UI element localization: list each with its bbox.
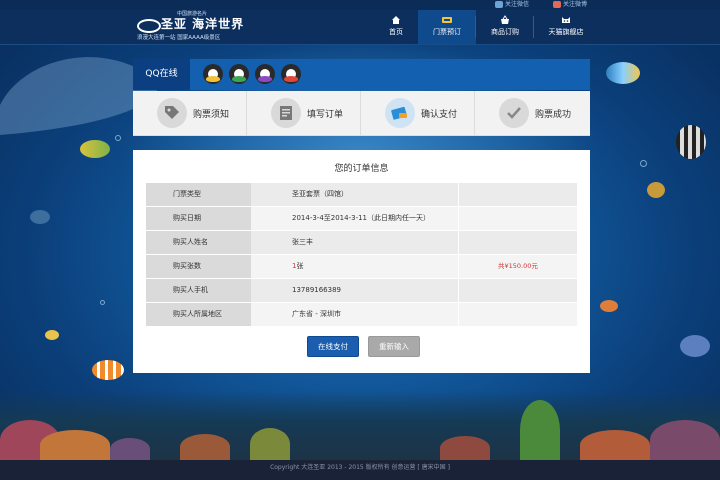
table-row: 购买人姓名 张三丰 [146,231,577,255]
coral-decoration [520,400,560,460]
bubble-decoration [640,160,647,167]
follow-weibo-link[interactable]: 关注微博 [553,1,587,9]
row-key: 门票类型 [146,183,251,206]
nav-product-label: 商品订购 [491,28,519,36]
row-key: 购买人手机 [146,279,251,302]
pay-online-button[interactable]: 在线支付 [307,336,359,357]
order-info-panel: 您的订单信息 门票类型 圣亚套票（四馆） 购买日期 2014-3-4至2014-… [133,150,590,373]
fish-decoration [676,125,706,159]
step-fill-order: 填写订单 [247,91,361,135]
order-title: 您的订单信息 [334,164,389,174]
qq-online-bar: QQ在线 [133,59,590,90]
basket-icon [501,15,509,24]
step-purchase-success: 购票成功 [475,91,589,135]
step-confirm-payment: 确认支付 [361,91,475,135]
table-row: 购买人所属地区 广东省 - 深圳市 [146,303,577,327]
fish-decoration [600,300,618,312]
coral-decoration [440,436,490,460]
order-total: 共¥150.00元 [498,262,538,270]
reenter-button[interactable]: 重新输入 [368,336,420,357]
step-label: 确认支付 [421,110,458,120]
home-icon [392,16,400,24]
nav-home[interactable]: 首页 [367,10,425,44]
fish-decoration [92,360,124,380]
wechat-icon [495,1,503,8]
table-row: 购买张数 1张 共¥150.00元 [146,255,577,279]
qq-contact-button[interactable] [229,64,249,84]
step-label: 购票须知 [193,110,230,120]
coral-decoration [580,430,650,460]
row-value: 圣亚套票（四馆） [292,190,348,198]
form-icon [280,106,292,120]
nav-ticket-label: 门票预订 [433,28,461,36]
qq-contact-button[interactable] [281,64,301,84]
ticket-unit: 张 [296,262,304,270]
logo-tagline: 浪漫大连第一站 国家AAAA级景区 [137,35,221,41]
fish-decoration [30,210,50,224]
follow-wechat-link[interactable]: 关注微信 [495,1,529,9]
nav-product-order[interactable]: 商品订购 [476,10,534,44]
nav-ticket-booking[interactable]: 门票预订 [418,10,476,44]
follow-weibo-label: 关注微博 [563,1,588,8]
row-value: 13789166389 [292,286,341,294]
order-table: 门票类型 圣亚套票（四馆） 购买日期 2014-3-4至2014-3-11（此日… [146,183,577,327]
row-value: 2014-3-4至2014-3-11（此日期内任一天） [292,214,431,222]
booking-steps: 购票须知 填写订单 确认支付 购票成功 [133,91,590,136]
fish-decoration [680,335,710,357]
fish-decoration [80,140,110,158]
step-label: 填写订单 [307,110,344,120]
weibo-icon [553,1,561,8]
site-footer: Copyright 大连圣亚 2013 - 2015 版权所有 创意运营 [ 唐… [0,460,720,480]
bubble-decoration [100,300,105,305]
coral-decoration [650,420,720,460]
coral-decoration [40,430,110,460]
nav-tmall-store[interactable]: 天猫旗舰店 [536,10,596,44]
table-row: 购买人手机 13789166389 [146,279,577,303]
step-ticket-notice: 购票须知 [133,91,247,135]
coral-decoration [250,428,290,460]
table-row: 门票类型 圣亚套票（四馆） [146,183,577,207]
row-key: 购买日期 [146,207,251,230]
ticket-icon [442,17,452,23]
bubble-decoration [115,135,121,141]
qq-contact-button[interactable] [203,64,223,84]
top-utility-bar: 关注微信 关注微博 [0,0,720,10]
site-header: 中国旅游名片 圣亚 海洋世界 浪漫大连第一站 国家AAAA级景区 首页 门票预订… [0,10,720,45]
fish-decoration [606,62,640,84]
tmall-cat-icon [562,17,570,23]
coral-decoration [180,434,230,460]
copyright-text: Copyright 大连圣亚 2013 - 2015 版权所有 创意运营 [ 唐… [270,464,450,471]
tag-icon [165,106,179,119]
follow-wechat-label: 关注微信 [505,1,530,8]
nav-home-label: 首页 [389,28,403,36]
qq-contact-button[interactable] [255,64,275,84]
step-label: 购票成功 [535,110,572,120]
nav-tmall-label: 天猫旗舰店 [548,28,584,36]
fish-decoration [647,182,665,198]
coral-decoration [110,438,150,460]
card-icon [391,106,407,120]
check-icon [507,107,521,119]
fish-decoration [45,330,59,340]
qq-online-label: QQ在线 [133,59,190,90]
logo-brand: 圣亚 海洋世界 [161,17,245,31]
row-value: 张三丰 [292,238,313,246]
row-key: 购买人所属地区 [146,303,251,326]
row-value: 1张 [292,255,303,278]
logo-fish-mark [137,19,161,33]
row-value: 广东省 - 深圳市 [292,310,341,318]
row-key: 购买张数 [146,255,251,278]
table-row: 购买日期 2014-3-4至2014-3-11（此日期内任一天） [146,207,577,231]
row-key: 购买人姓名 [146,231,251,254]
